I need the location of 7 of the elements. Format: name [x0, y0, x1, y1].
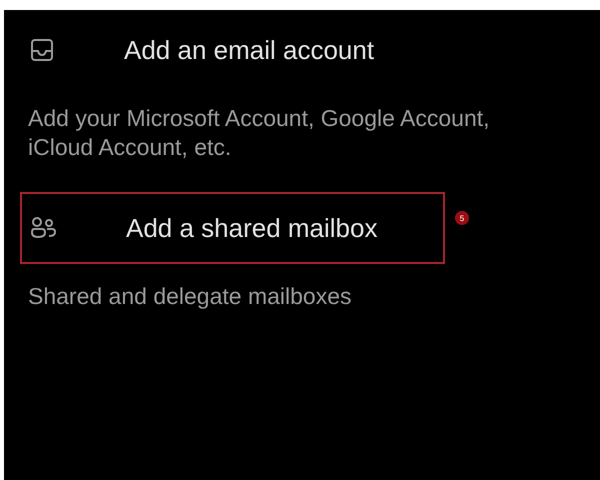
- option-description: Add your Microsoft Account, Google Account, iCloud Account, etc.: [28, 104, 491, 162]
- option-description: Shared and delegate mailboxes: [28, 282, 353, 311]
- menu-item[interactable]: Add a shared mailbox: [20, 192, 445, 264]
- people-icon: [30, 216, 56, 240]
- menu-item[interactable]: Add an email account: [20, 14, 445, 86]
- step-badge: 5: [455, 211, 469, 225]
- inbox-icon: [30, 38, 54, 62]
